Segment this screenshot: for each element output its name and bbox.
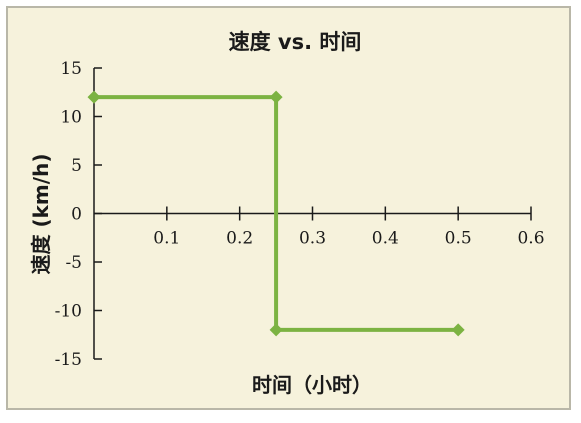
y-tick-label: 10 xyxy=(60,108,82,128)
x-tick-label: 0.6 xyxy=(517,229,544,249)
y-tick-label: -10 xyxy=(55,302,82,322)
y-axis-label: 速度 (km/h) xyxy=(29,154,53,275)
data-point-marker xyxy=(451,323,465,337)
y-tick-label: 0 xyxy=(71,205,82,225)
x-tick-label: 0.4 xyxy=(372,229,399,249)
data-point-marker xyxy=(87,90,101,104)
x-tick-label: 0.1 xyxy=(153,229,180,249)
data-point-marker xyxy=(269,323,283,337)
y-tick-label: 5 xyxy=(71,156,82,176)
x-axis-label: 时间（小时） xyxy=(252,373,372,397)
velocity-time-chart: 速度 vs. 时间 15 10 5 0 -5 -10 -15 0.1 0.2 0.3 0.4 0.5… xyxy=(29,30,545,397)
x-tick-label: 0.3 xyxy=(299,229,326,249)
x-tick-label: 0.2 xyxy=(226,229,253,249)
y-ticks: 15 10 5 0 -5 -10 -15 xyxy=(55,59,102,370)
data-point-marker xyxy=(269,90,283,104)
y-tick-label: -5 xyxy=(65,253,82,273)
y-tick-label: 15 xyxy=(60,59,82,79)
y-tick-label: -15 xyxy=(55,350,82,370)
chart-title: 速度 vs. 时间 xyxy=(229,30,362,54)
x-tick-label: 0.5 xyxy=(445,229,472,249)
